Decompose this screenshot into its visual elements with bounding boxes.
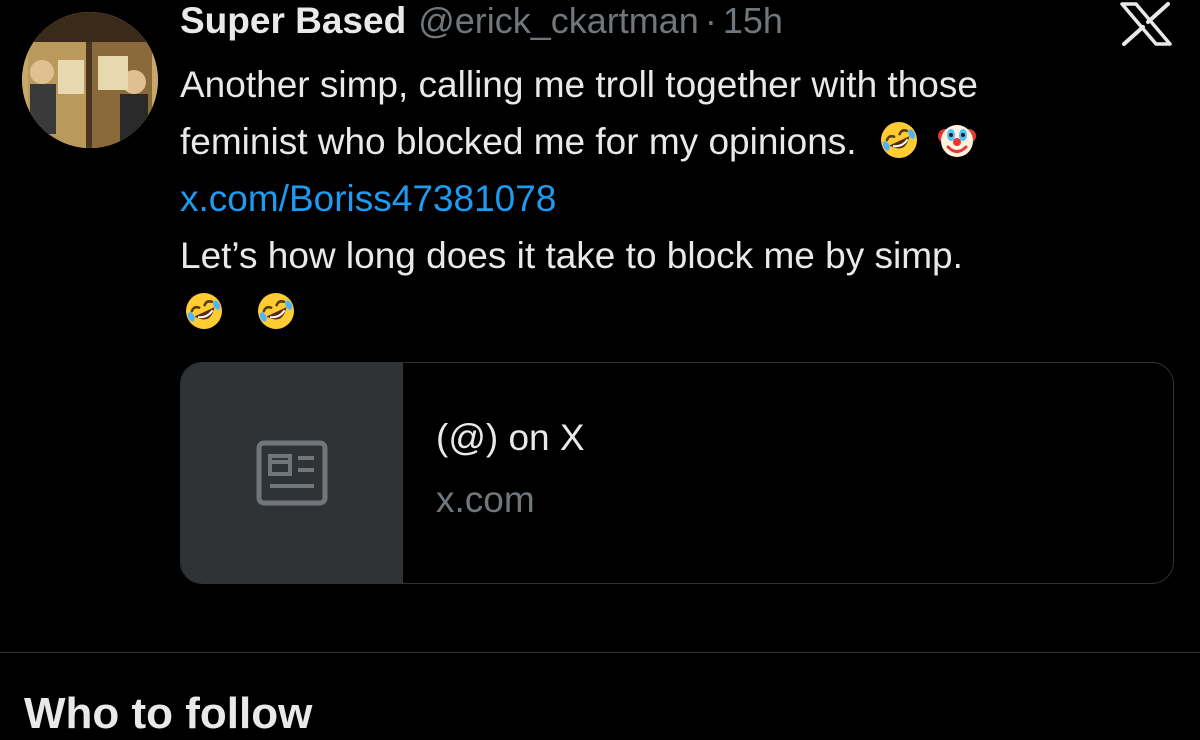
tweet-text-line: Let’s how long does it take to block me … [180,235,963,276]
rolling-on-floor-laughing-icon [256,291,296,331]
tweet-text-line: Another simp, calling me troll together … [180,64,978,105]
card-thumbnail [181,363,403,583]
tweet-text-line: feminist who blocked me for my opinions. [180,113,1180,170]
tweet-link-line: x.com/Boriss47381078 [180,170,1180,227]
timestamp[interactable]: 15h [723,0,783,42]
link-preview-card[interactable]: (@) on X x.com [180,362,1174,584]
rolling-on-floor-laughing-icon [184,291,224,331]
avatar[interactable] [22,12,158,148]
card-domain: x.com [436,479,535,520]
card-body: (@) on X x.com [403,363,1173,583]
article-icon [256,440,328,506]
clown-face-icon [937,120,977,160]
x-logo-icon [1118,2,1174,46]
tweet-header: Super Based @erick_ckartman · 15h [180,0,783,44]
author-handle[interactable]: @erick_ckartman [418,0,699,42]
section-heading: Who to follow [24,689,313,738]
author-name[interactable]: Super Based [180,0,406,42]
tweet-text: Another simp, calling me troll together … [180,56,1180,341]
rolling-on-floor-laughing-icon [879,120,919,160]
card-title: (@) on X [436,417,585,458]
divider [0,652,1200,653]
tweet-emoji-line [180,284,1180,341]
tweet-link[interactable]: x.com/Boriss47381078 [180,178,556,219]
tweet-text-line-content: feminist who blocked me for my opinions. [180,121,857,162]
separator-dot: · [704,0,717,41]
